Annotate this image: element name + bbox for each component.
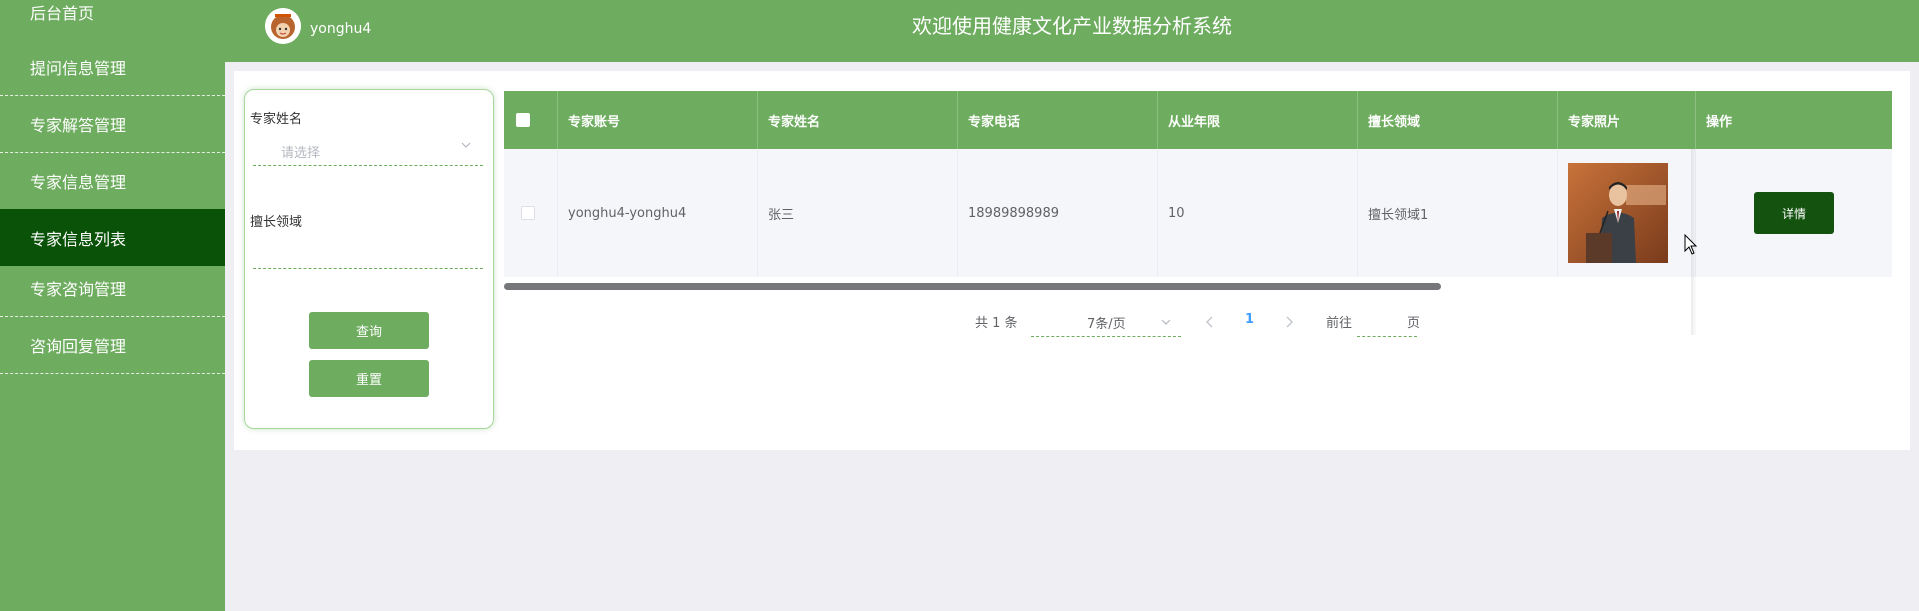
horizontal-scrollbar[interactable] — [504, 283, 1441, 290]
mouse-cursor-icon — [1684, 234, 1698, 255]
sidebar-item-label: 专家信息管理 — [30, 173, 127, 192]
cell-years: 10 — [1158, 149, 1358, 277]
cell-account: yonghu4-yonghu4 — [558, 149, 758, 277]
column-header-action: 操作 — [1706, 114, 1733, 130]
page-size-value: 7条/页 — [1087, 317, 1126, 332]
select-all-checkbox[interactable] — [516, 113, 530, 127]
detail-button[interactable]: 详情 — [1754, 192, 1834, 234]
prev-page-icon[interactable] — [1205, 316, 1215, 328]
sidebar-item-home[interactable]: 后台首页 — [0, 0, 225, 24]
sidebar-item-label: 专家解答管理 — [30, 116, 127, 135]
column-header-field[interactable]: 擅长领域 — [1358, 91, 1558, 149]
column-header-phone[interactable]: 专家电话 — [958, 91, 1158, 149]
sidebar-item-label: 专家信息列表 — [30, 229, 127, 249]
expert-name-select[interactable]: 请选择 — [253, 132, 483, 166]
expertise-field-label: 擅长领域 — [250, 215, 303, 230]
goto-suffix: 页 — [1407, 316, 1421, 331]
sidebar-item-expert-info-management[interactable]: 专家信息管理 — [0, 153, 225, 210]
reset-button[interactable]: 重置 — [309, 360, 429, 397]
search-panel: 专家姓名 请选择 擅长领域 查询 重置 — [244, 89, 494, 429]
row-checkbox[interactable] — [521, 206, 535, 220]
page-size-select[interactable]: 7条/页 — [1031, 305, 1181, 337]
goto-label: 前往 — [1326, 316, 1353, 331]
page-number-current[interactable]: 1 — [1245, 312, 1254, 327]
column-header-account[interactable]: 专家账号 — [558, 91, 758, 149]
cell-action: 详情 — [1696, 149, 1892, 277]
sidebar-item-reply-management[interactable]: 咨询回复管理 — [0, 317, 225, 374]
row-checkbox-cell — [504, 149, 558, 277]
sidebar-item-label: 后台首页 — [30, 4, 95, 23]
sidebar-item-label: 专家咨询管理 — [30, 280, 127, 299]
column-header-name[interactable]: 专家姓名 — [758, 91, 958, 149]
select-all-cell — [504, 91, 558, 149]
cell-photo — [1558, 149, 1696, 277]
pagination-total: 共 1 条 — [975, 316, 1018, 331]
sidebar-item-answer-management[interactable]: 专家解答管理 — [0, 96, 225, 153]
sidebar-item-label: 提问信息管理 — [30, 59, 127, 78]
column-header-photo[interactable]: 专家照片 — [1558, 91, 1696, 149]
select-placeholder: 请选择 — [281, 146, 321, 161]
sidebar-item-expert-info-list[interactable]: 专家信息列表 — [0, 209, 225, 266]
page-title: 欢迎使用健康文化产业数据分析系统 — [912, 14, 1232, 38]
sidebar: 后台首页 提问信息管理 专家解答管理 专家信息管理 专家信息列表 专家咨询管理 … — [0, 0, 225, 611]
chevron-down-icon — [461, 142, 471, 148]
cell-phone: 18989898989 — [958, 149, 1158, 277]
chevron-down-icon — [1161, 319, 1171, 325]
cell-field: 擅长领域1 — [1358, 149, 1558, 277]
top-header: yonghu4 欢迎使用健康文化产业数据分析系统 — [225, 0, 1919, 62]
sidebar-item-label: 咨询回复管理 — [30, 337, 127, 356]
expert-photo[interactable] — [1568, 163, 1668, 263]
next-page-icon[interactable] — [1284, 316, 1294, 328]
expertise-field-input[interactable] — [253, 235, 483, 269]
expert-name-label: 专家姓名 — [250, 112, 303, 127]
table-row: yonghu4-yonghu4 张三 18989898989 10 擅长领域1 — [504, 149, 1892, 335]
sidebar-item-question-management[interactable]: 提问信息管理 — [0, 39, 225, 96]
sidebar-item-consultation-management[interactable]: 专家咨询管理 — [0, 260, 225, 317]
cell-name: 张三 — [758, 149, 958, 277]
query-button[interactable]: 查询 — [309, 312, 429, 349]
table-header: 专家账号 专家姓名 专家电话 从业年限 擅长领域 专家照片 操作 — [504, 91, 1892, 149]
column-header-years[interactable]: 从业年限 — [1158, 91, 1358, 149]
